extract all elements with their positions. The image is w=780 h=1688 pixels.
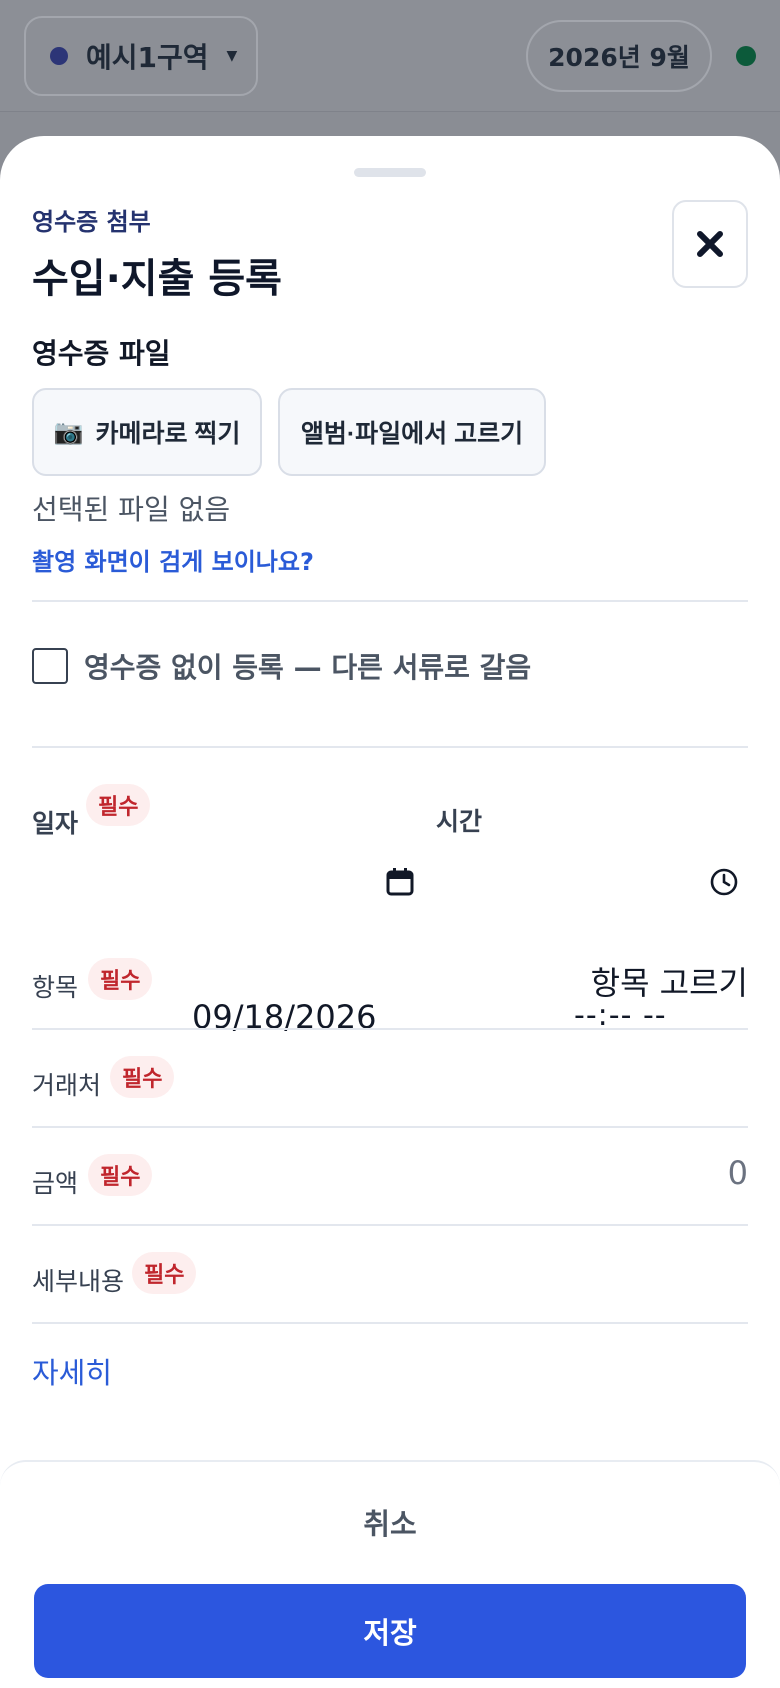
camera-capture-label: 카메라로 찍기 bbox=[95, 420, 241, 448]
item-picker[interactable]: 항목 고르기 bbox=[591, 958, 748, 1004]
divider bbox=[32, 746, 748, 748]
detail-input[interactable] bbox=[220, 1252, 748, 1296]
detail-label: 세부내용 bbox=[32, 1267, 125, 1296]
item-label: 항목 bbox=[32, 973, 79, 1002]
receipt-file-label: 영수증 파일 bbox=[32, 337, 171, 370]
sheet-footer: 취소 저장 bbox=[0, 1460, 780, 1688]
date-label: 일자 bbox=[32, 809, 79, 838]
vendor-input[interactable] bbox=[200, 1056, 748, 1100]
close-button[interactable] bbox=[672, 200, 748, 288]
camera-icon: 📷 bbox=[53, 418, 84, 446]
no-receipt-label[interactable]: 영수증 없이 등록 — 다른 서류로 갈음 bbox=[84, 646, 531, 686]
required-badge: 필수 bbox=[86, 784, 151, 826]
required-badge: 필수 bbox=[110, 1056, 175, 1098]
sheet-grabber[interactable] bbox=[354, 168, 426, 177]
app-header: 예시1구역 ▼ 2026년 9월 bbox=[0, 0, 780, 112]
camera-capture-button[interactable]: 📷 카메라로 찍기 bbox=[32, 388, 262, 476]
status-dot bbox=[736, 46, 756, 66]
date-input[interactable]: 09/18/2026 bbox=[192, 998, 376, 1036]
amount-input[interactable]: 0 bbox=[728, 1154, 748, 1192]
required-badge: 필수 bbox=[88, 1154, 153, 1196]
month-selector[interactable]: 2026년 9월 bbox=[526, 20, 712, 92]
clock-icon[interactable] bbox=[710, 868, 738, 896]
required-badge: 필수 bbox=[88, 958, 153, 1000]
chevron-down-icon: ▼ bbox=[226, 48, 238, 64]
sheet-title: 수입·지출 등록 bbox=[32, 256, 282, 302]
close-icon bbox=[697, 231, 723, 257]
no-file-text: 선택된 파일 없음 bbox=[32, 493, 231, 526]
divider bbox=[32, 1028, 748, 1030]
divider bbox=[32, 1322, 748, 1324]
region-select[interactable]: 예시1구역 ▼ bbox=[24, 16, 258, 96]
save-button[interactable]: 저장 bbox=[34, 1584, 746, 1678]
album-file-button[interactable]: 앨범·파일에서 고르기 bbox=[278, 388, 546, 476]
album-file-label: 앨범·파일에서 고르기 bbox=[300, 420, 524, 448]
divider bbox=[32, 600, 748, 602]
cancel-button[interactable]: 취소 bbox=[32, 1482, 748, 1562]
register-sheet: 영수증 첨부 수입·지출 등록 영수증 파일 📷 카메라로 찍기 앨범·파일에서… bbox=[0, 136, 780, 1688]
vendor-label: 거래처 bbox=[32, 1071, 102, 1100]
time-label: 시간 bbox=[436, 807, 483, 836]
region-label: 예시1구역 bbox=[86, 41, 209, 74]
camera-help-link[interactable]: 촬영 화면이 검게 보이나요? bbox=[32, 542, 314, 577]
region-color-dot bbox=[50, 47, 68, 65]
no-receipt-checkbox[interactable] bbox=[32, 648, 68, 684]
calendar-icon[interactable] bbox=[386, 868, 414, 896]
required-badge: 필수 bbox=[132, 1252, 197, 1294]
sheet-eyebrow: 영수증 첨부 bbox=[32, 208, 151, 236]
amount-label: 금액 bbox=[32, 1169, 79, 1198]
divider bbox=[32, 1224, 748, 1226]
more-details-link[interactable]: 자세히 bbox=[32, 1350, 112, 1392]
divider bbox=[32, 1126, 748, 1128]
